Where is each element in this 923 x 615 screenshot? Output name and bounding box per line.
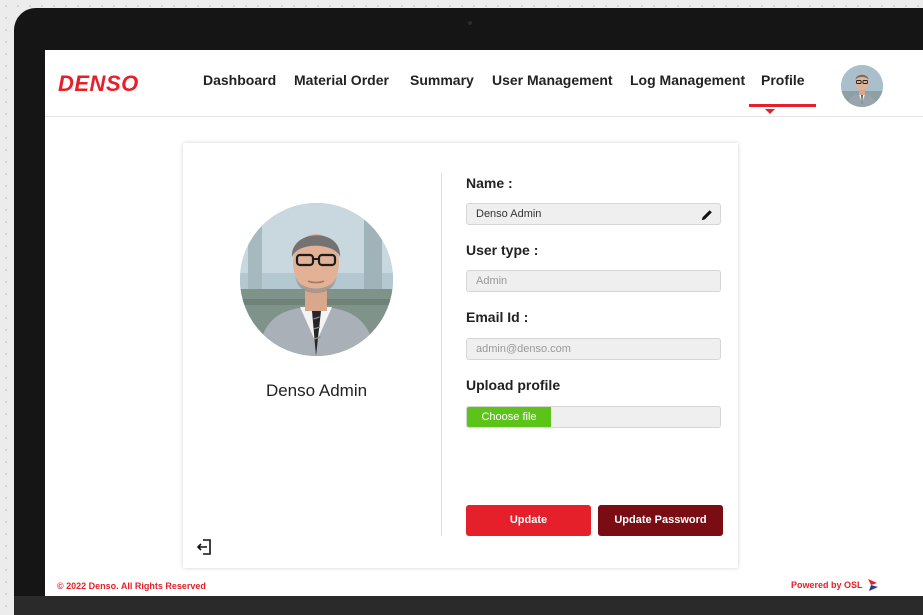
nav-summary[interactable]: Summary bbox=[410, 72, 474, 88]
app-screen: DENSO Dashboard Material Order Summary U… bbox=[45, 50, 923, 596]
nav-material-order[interactable]: Material Order bbox=[294, 72, 389, 88]
osl-logo-icon bbox=[867, 579, 878, 591]
denso-logo: DENSO bbox=[58, 71, 139, 96]
active-tab-caret bbox=[765, 109, 775, 114]
user-type-field: Admin bbox=[466, 270, 721, 292]
choose-file-button[interactable]: Choose file bbox=[467, 407, 551, 427]
camera-dot bbox=[468, 21, 472, 25]
name-field[interactable]: Denso Admin bbox=[466, 203, 721, 225]
nav-dashboard[interactable]: Dashboard bbox=[203, 72, 276, 88]
user-avatar[interactable] bbox=[841, 65, 883, 107]
name-value: Denso Admin bbox=[476, 208, 542, 220]
user-type-label: User type : bbox=[466, 242, 539, 258]
laptop-base bbox=[14, 596, 923, 615]
profile-card: Denso Admin Name : Denso Admin User type… bbox=[183, 143, 738, 568]
user-type-value: Admin bbox=[476, 275, 508, 287]
email-field: admin@denso.com bbox=[466, 338, 721, 360]
nav-log-management[interactable]: Log Management bbox=[630, 72, 745, 88]
powered-by: Powered by OSL bbox=[791, 578, 879, 592]
avatar-person-icon bbox=[841, 65, 883, 107]
upload-profile-input[interactable]: Choose file bbox=[466, 406, 721, 428]
upload-profile-label: Upload profile bbox=[466, 377, 561, 393]
email-label: Email Id : bbox=[466, 309, 529, 325]
profile-photo bbox=[240, 203, 393, 356]
nav-profile[interactable]: Profile bbox=[749, 72, 816, 107]
powered-by-text: Powered by OSL bbox=[791, 580, 863, 590]
pencil-icon[interactable] bbox=[700, 208, 714, 222]
profile-display-name: Denso Admin bbox=[265, 381, 368, 400]
update-button[interactable]: Update bbox=[466, 505, 591, 536]
top-navbar: DENSO Dashboard Material Order Summary U… bbox=[45, 50, 923, 117]
logout-icon[interactable] bbox=[195, 537, 215, 557]
name-label: Name : bbox=[466, 175, 513, 191]
email-value: admin@denso.com bbox=[476, 343, 571, 355]
nav-user-management[interactable]: User Management bbox=[492, 72, 613, 88]
profile-person-illustration bbox=[240, 203, 393, 356]
update-password-button[interactable]: Update Password bbox=[598, 505, 723, 536]
copyright-text: © 2022 Denso. All Rights Reserved bbox=[57, 581, 206, 591]
laptop-frame: DENSO Dashboard Material Order Summary U… bbox=[14, 8, 923, 615]
vertical-divider bbox=[441, 173, 442, 536]
